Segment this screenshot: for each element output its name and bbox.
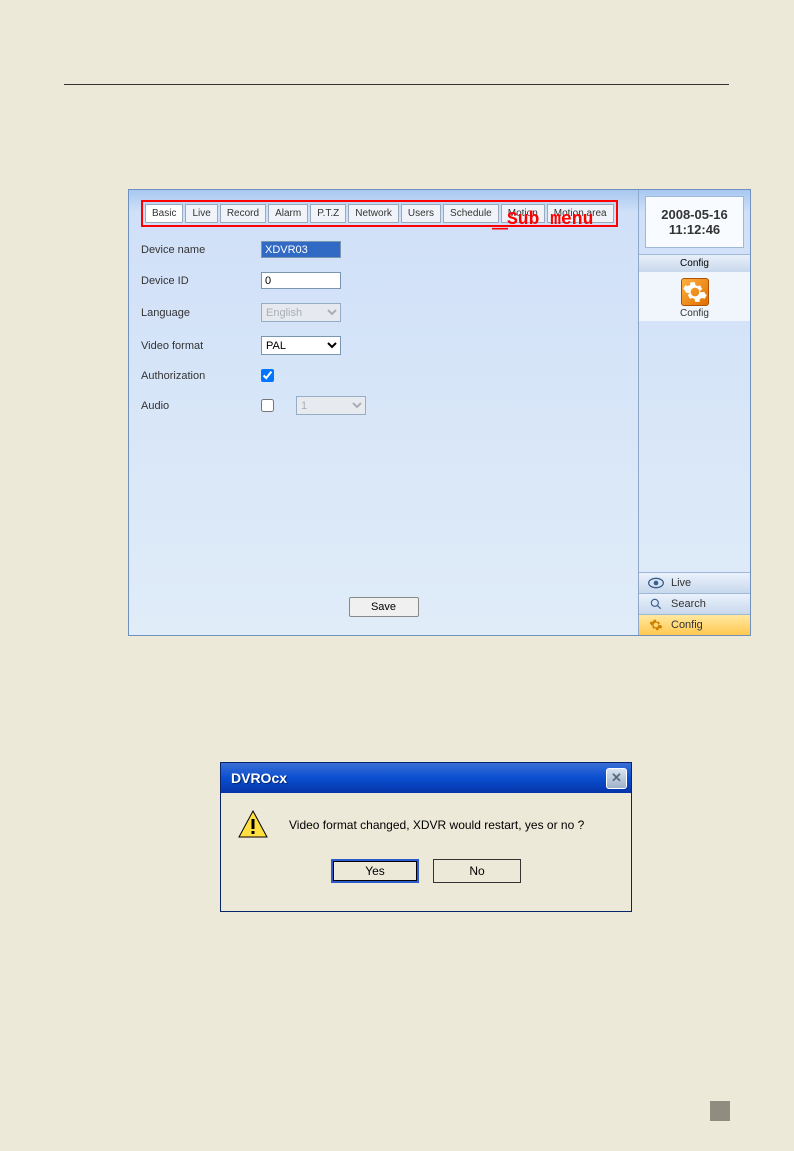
time-text: 11:12:46 [652, 222, 737, 237]
device-id-input[interactable] [261, 272, 341, 289]
close-button[interactable]: ✕ [606, 768, 627, 789]
language-select: English [261, 303, 341, 322]
audio-checkbox[interactable] [261, 399, 274, 412]
tab-live[interactable]: Live [185, 204, 217, 223]
warning-icon [237, 809, 269, 841]
tab-record[interactable]: Record [220, 204, 266, 223]
nav-config[interactable]: Config [639, 614, 750, 635]
dialog-titlebar[interactable]: DVROcx ✕ [221, 763, 631, 793]
gear-icon [681, 278, 709, 306]
device-name-input[interactable] [261, 241, 341, 258]
nav-search[interactable]: Search [639, 593, 750, 614]
dialog-title: DVROcx [231, 770, 287, 786]
dialog-body: Video format changed, XDVR would restart… [221, 793, 631, 893]
dialog-message: Video format changed, XDVR would restart… [289, 818, 584, 832]
language-label: Language [141, 307, 261, 319]
tab-users[interactable]: Users [401, 204, 441, 223]
gear-small-icon [647, 618, 665, 632]
audio-label: Audio [141, 400, 261, 412]
video-format-label: Video format [141, 340, 261, 352]
device-id-label: Device ID [141, 275, 261, 287]
nav-search-label: Search [671, 598, 706, 610]
nav-config-label: Config [671, 619, 703, 631]
no-button[interactable]: No [433, 859, 521, 883]
save-button[interactable]: Save [349, 597, 419, 617]
main-area: Basic Live Record Alarm P.T.Z Network Us… [129, 190, 638, 635]
magnifier-icon [647, 597, 665, 611]
annotation-arrow: — [492, 220, 508, 238]
annotation-label: Sub menu [507, 210, 593, 230]
horizontal-rule [64, 84, 729, 85]
authorization-checkbox[interactable] [261, 369, 274, 382]
nav-live[interactable]: Live [639, 572, 750, 593]
authorization-label: Authorization [141, 370, 261, 382]
tab-alarm[interactable]: Alarm [268, 204, 308, 223]
date-text: 2008-05-16 [652, 207, 737, 222]
config-window: Basic Live Record Alarm P.T.Z Network Us… [128, 189, 751, 636]
datetime-display: 2008-05-16 11:12:46 [645, 196, 744, 248]
nav-live-label: Live [671, 577, 691, 589]
right-panel: 2008-05-16 11:12:46 Config Config Live S… [638, 190, 750, 635]
audio-select: 1 [296, 396, 366, 415]
config-icon-area[interactable]: Config [639, 272, 750, 321]
device-name-label: Device name [141, 244, 261, 256]
video-format-select[interactable]: PAL [261, 336, 341, 355]
tab-ptz[interactable]: P.T.Z [310, 204, 346, 223]
eye-icon [647, 576, 665, 590]
basic-form: Device name Device ID Language English V… [141, 241, 626, 415]
tab-basic[interactable]: Basic [145, 204, 183, 223]
yes-button[interactable]: Yes [331, 859, 419, 883]
config-panel-header: Config [639, 254, 750, 272]
config-icon-label: Config [639, 308, 750, 319]
tab-network[interactable]: Network [348, 204, 399, 223]
confirm-dialog: DVROcx ✕ Video format changed, XDVR woul… [220, 762, 632, 912]
close-icon: ✕ [611, 770, 622, 786]
page-marker [710, 1101, 730, 1121]
tab-schedule[interactable]: Schedule [443, 204, 499, 223]
